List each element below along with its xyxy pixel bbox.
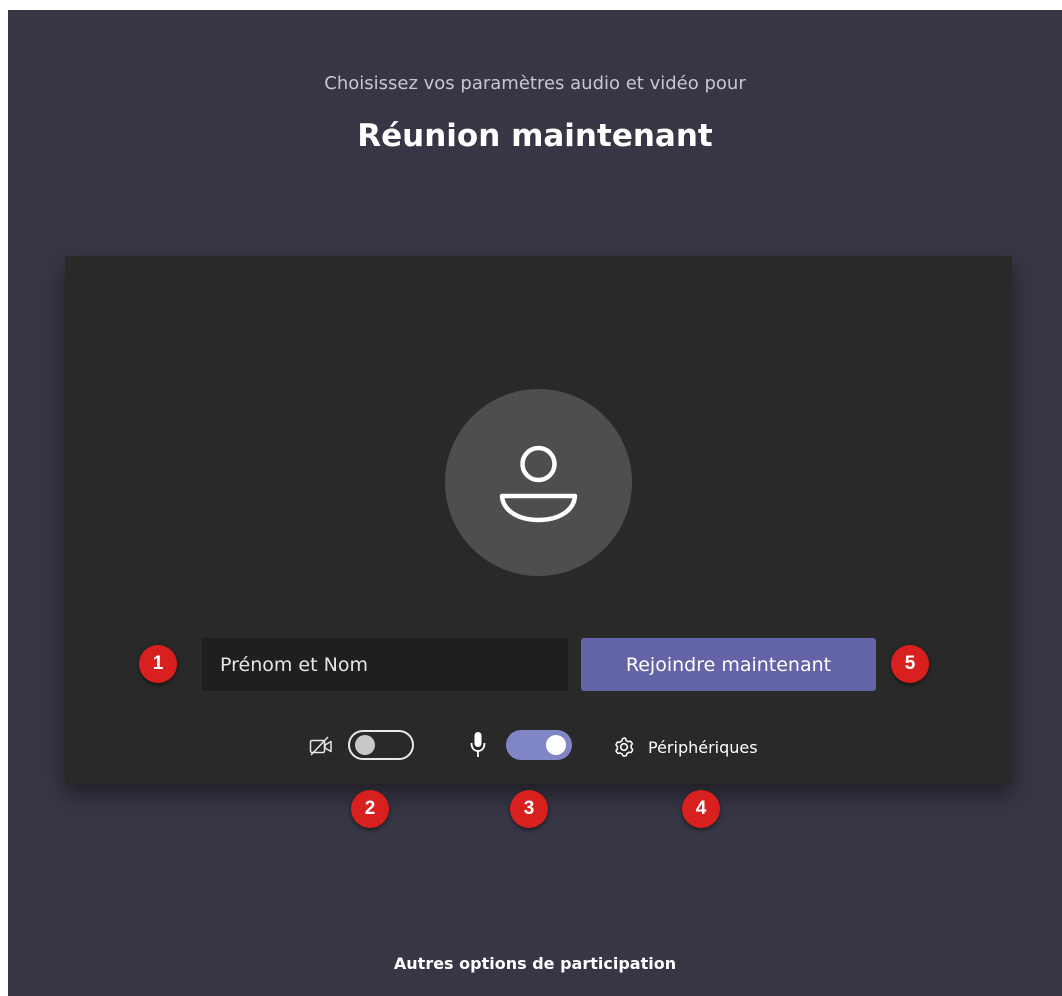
annotation-marker-2: 2 [351, 790, 389, 828]
page-subtitle: Choisissez vos paramètres audio et vidéo… [324, 73, 746, 94]
annotation-marker-5: 5 [891, 645, 929, 683]
join-now-button[interactable]: Rejoindre maintenant [581, 638, 876, 691]
avatar [445, 389, 632, 576]
microphone-toggle-knob [546, 735, 566, 755]
camera-off-icon [309, 736, 332, 756]
video-preview-panel: Rejoindre maintenant Périphériques [65, 256, 1012, 784]
annotation-marker-1: 1 [139, 645, 177, 683]
gear-icon [615, 737, 634, 757]
meeting-prejoin-screen: Choisissez vos paramètres audio et vidéo… [8, 10, 1062, 996]
annotation-marker-3: 3 [510, 790, 548, 828]
devices-button[interactable]: Périphériques [612, 732, 758, 762]
annotation-marker-4: 4 [682, 790, 720, 828]
microphone-icon [470, 732, 486, 757]
devices-label: Périphériques [648, 737, 758, 757]
name-input[interactable] [202, 638, 568, 691]
meeting-title: Réunion maintenant [357, 118, 713, 154]
camera-toggle-knob [355, 735, 375, 755]
microphone-toggle[interactable] [506, 730, 572, 760]
person-icon [499, 445, 578, 523]
other-join-options-link[interactable]: Autres options de participation [8, 954, 1062, 973]
camera-toggle[interactable] [348, 730, 414, 760]
